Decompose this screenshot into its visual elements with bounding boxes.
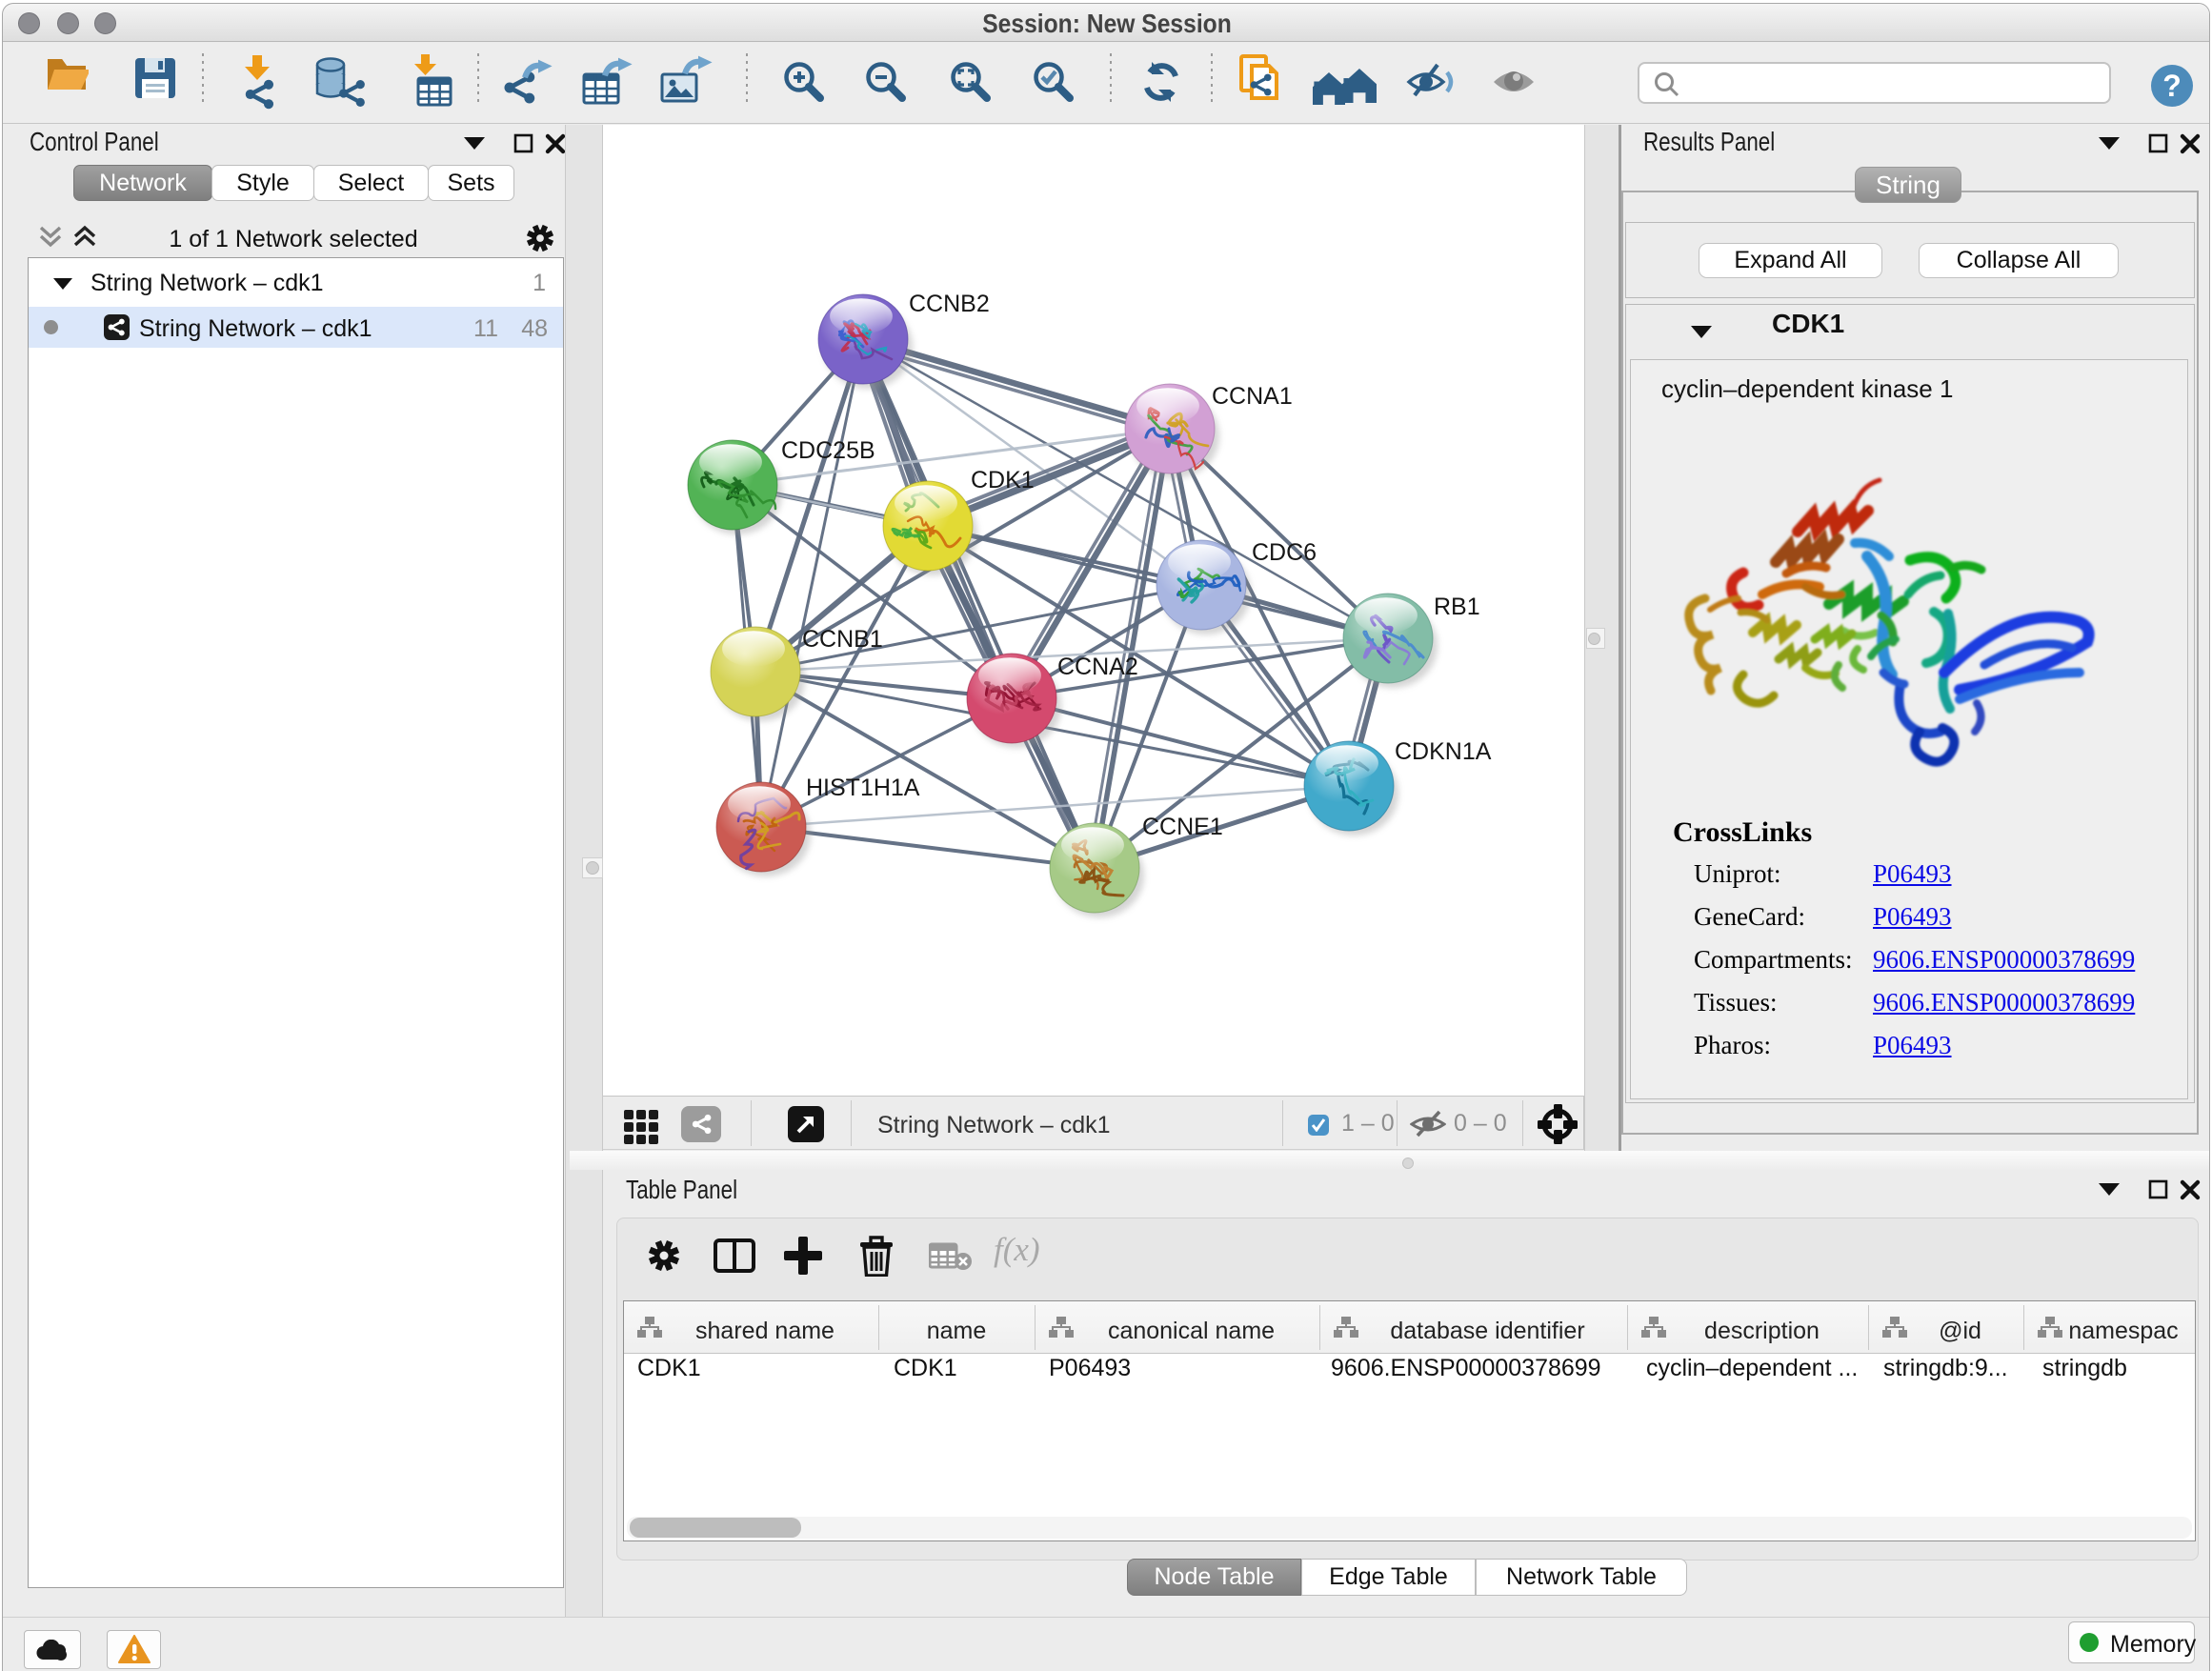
- svg-text:CDKN1A: CDKN1A: [1395, 738, 1492, 765]
- svg-text:CDC6: CDC6: [1252, 539, 1317, 566]
- svg-text:HIST1H1A: HIST1H1A: [806, 775, 920, 801]
- svg-text:CCNB2: CCNB2: [909, 291, 990, 317]
- svg-text:CCNA1: CCNA1: [1212, 383, 1293, 410]
- svg-text:CCNA2: CCNA2: [1057, 654, 1138, 680]
- svg-text:CDC25B: CDC25B: [781, 437, 875, 464]
- svg-text:CDK1: CDK1: [971, 467, 1035, 493]
- svg-text:CCNB1: CCNB1: [802, 626, 883, 653]
- svg-text:RB1: RB1: [1434, 594, 1480, 620]
- svg-text:CCNE1: CCNE1: [1142, 814, 1223, 840]
